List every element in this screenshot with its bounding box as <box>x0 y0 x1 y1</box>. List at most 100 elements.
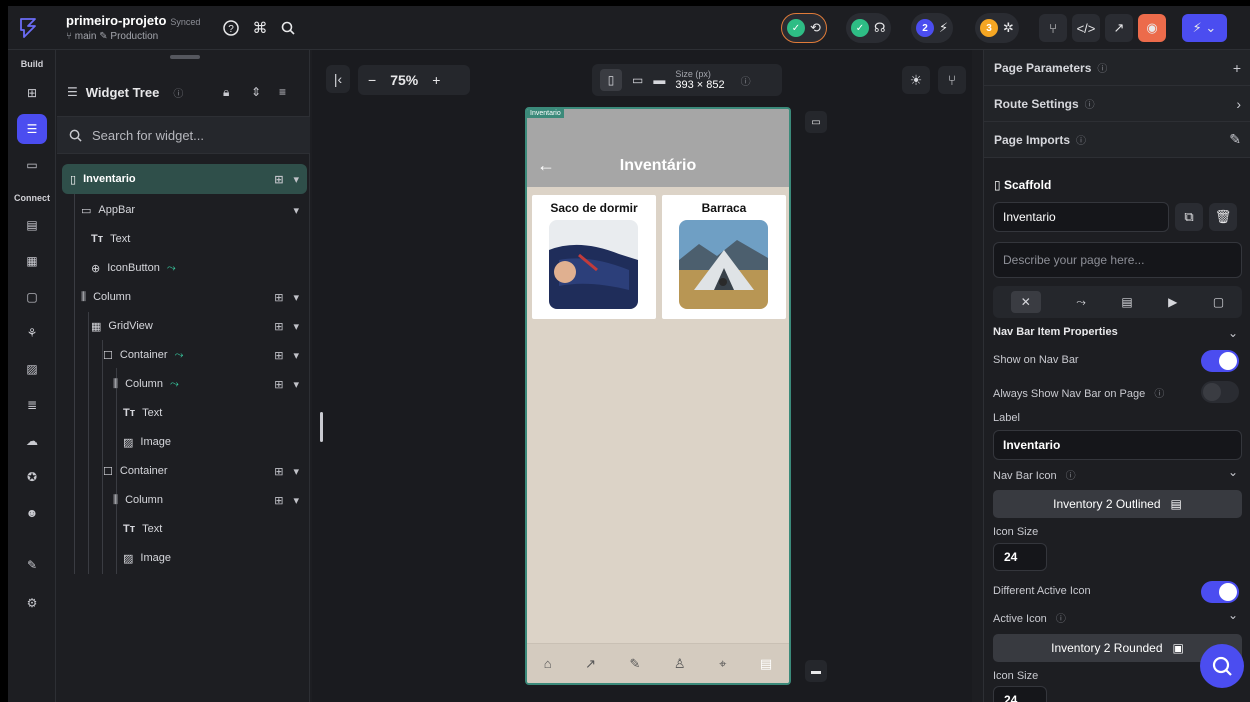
page-name-input[interactable]: Inventario <box>993 202 1169 232</box>
flutterflow-logo-icon[interactable] <box>16 16 40 40</box>
search-icon[interactable] <box>277 17 299 39</box>
add-widget-icon[interactable]: ⊞ <box>17 78 47 108</box>
chevron-down-icon[interactable]: ▾ <box>293 494 299 507</box>
location-pin-icon[interactable]: ⌖ <box>719 656 726 672</box>
info-icon[interactable]: ⓘ <box>1085 96 1095 111</box>
chevron-down-icon[interactable]: ⌄ <box>1228 608 1238 622</box>
tree-node-column[interactable]: ⫼ Column ⤳ ⊞ ▾ <box>113 371 307 397</box>
widget-search-input[interactable]: Search for widget... <box>57 116 310 154</box>
tree-node-text[interactable]: Tт Text <box>123 516 162 542</box>
chevron-down-icon[interactable]: ▾ <box>293 378 299 391</box>
inventory-icon[interactable]: ▤ <box>760 656 772 672</box>
appbar-toggle-icon[interactable]: ▭ <box>805 111 827 133</box>
tree-node-column[interactable]: ⫼ Column ⊞ ▾ <box>81 284 307 310</box>
add-child-icon[interactable]: ⊞ <box>274 378 283 391</box>
icon-size-input[interactable]: 24 <box>993 543 1047 571</box>
widget-tree-icon[interactable]: ☰ <box>17 114 47 144</box>
media-assets-icon[interactable]: ▨ <box>17 354 47 384</box>
tree-node-image[interactable]: ▨ Image <box>123 429 171 455</box>
phone-device-icon[interactable]: ▯ <box>600 69 622 91</box>
arrow-up-right-icon[interactable]: ↗ <box>585 656 596 672</box>
tree-node-appbar[interactable]: ▭ AppBar ▾ <box>81 197 307 223</box>
always-show-toggle[interactable] <box>1201 381 1239 403</box>
add-child-icon[interactable]: ⊞ <box>274 320 283 333</box>
integrations-icon[interactable]: ⚘ <box>17 318 47 348</box>
branch-tree-icon[interactable]: ⑂ <box>1039 14 1067 42</box>
command-icon[interactable]: ⌘ <box>249 17 271 39</box>
chevron-down-icon[interactable]: ▾ <box>293 291 299 304</box>
light-mode-sun-icon[interactable]: ☀ <box>902 66 930 94</box>
chevron-right-icon[interactable]: › <box>1236 96 1241 112</box>
phone-preview[interactable]: Inventario ← Inventário Saco de dormir B… <box>525 107 791 685</box>
collapse-panel-icon[interactable]: |‹ <box>326 65 350 93</box>
tab-backend-icon[interactable]: ▤ <box>1121 295 1132 309</box>
check-status-pill[interactable]: ✓ ⟲ <box>781 13 827 43</box>
tab-animations-icon[interactable]: ▶ <box>1168 295 1177 309</box>
warnings-pill[interactable]: 2 ⚡ <box>911 13 954 43</box>
cloud-functions-icon[interactable]: ☁ <box>17 426 47 456</box>
project-info[interactable]: primeiro-projeto Synced ⑂ main ✎ Producti… <box>66 13 200 42</box>
route-settings-section[interactable]: Route Settings ⓘ › <box>984 86 1250 122</box>
tab-properties-icon[interactable]: ✕ <box>1010 291 1041 313</box>
info-icon[interactable]: ⓘ <box>173 85 183 100</box>
tree-node-column[interactable]: ⫼ Column ⊞ ▾ <box>113 487 307 513</box>
page-description-input[interactable]: Describe your page here... <box>993 242 1242 278</box>
add-child-icon[interactable]: ⊞ <box>274 291 283 304</box>
chevron-down-icon[interactable]: ⌄ <box>1228 326 1238 340</box>
app-state-icon[interactable]: ▦ <box>17 246 47 276</box>
person-icon[interactable]: ♙ <box>674 656 686 672</box>
ai-agents-icon[interactable]: ✪ <box>17 462 47 492</box>
chevron-down-icon[interactable]: ▾ <box>293 173 299 186</box>
trash-icon[interactable]: 🗑︎ <box>1209 203 1237 231</box>
app-bar[interactable]: Inventario ← Inventário <box>527 109 789 187</box>
components-icon[interactable]: ▭ <box>17 150 47 180</box>
zoom-out-icon[interactable]: − <box>368 72 376 88</box>
grid-card[interactable]: Saco de dormir <box>532 195 656 319</box>
panel-resize-handle[interactable] <box>320 412 323 442</box>
chevron-down-icon[interactable]: ▾ <box>293 349 299 362</box>
filter-icon[interactable]: ≡ <box>279 85 286 99</box>
info-icon[interactable]: ⓘ <box>741 73 751 88</box>
label-input[interactable]: Inventario <box>993 430 1242 460</box>
expand-collapse-icon[interactable]: ⇕ <box>251 85 261 99</box>
tab-actions-icon[interactable]: ⤳ <box>1076 295 1086 310</box>
tablet-device-icon[interactable]: ▭ <box>632 73 643 87</box>
different-active-toggle[interactable] <box>1201 581 1239 603</box>
chevron-down-icon[interactable]: ▾ <box>293 465 299 478</box>
canvas-tree-icon[interactable]: ⑂ <box>938 66 966 94</box>
desktop-device-icon[interactable]: ▬ <box>653 73 665 87</box>
tab-component-icon[interactable]: ▢ <box>1213 295 1224 309</box>
canvas-size[interactable]: Size (px) 393 × 852 <box>675 69 724 91</box>
add-child-icon[interactable]: ⊞ <box>274 465 283 478</box>
tree-node-page[interactable]: ▯ Inventario ⊞ ▾ <box>62 164 307 194</box>
data-schema-icon[interactable]: ▤ <box>17 210 47 240</box>
ai-robot-icon[interactable]: ☻ <box>17 498 47 528</box>
chevron-down-icon[interactable]: ⌄ <box>1228 465 1238 479</box>
tree-node-container[interactable]: ☐ Container ⤳ ⊞ ▾ <box>103 342 307 368</box>
zoom-in-icon[interactable]: + <box>432 72 440 88</box>
tree-node-gridview[interactable]: ▦ GridView ⊞ ▾ <box>91 313 307 339</box>
tree-node-image[interactable]: ▨ Image <box>123 545 171 571</box>
tree-node-container[interactable]: ☐ Container ⊞ ▾ <box>103 458 307 484</box>
panel-drag-handle[interactable] <box>170 55 200 59</box>
page-imports-section[interactable]: Page Imports ⓘ ✎ <box>984 122 1250 158</box>
edit-pencil-icon[interactable]: ✎ <box>1229 131 1241 148</box>
theme-icon[interactable]: ✎ <box>17 550 47 580</box>
chevron-down-icon[interactable]: ▾ <box>293 204 299 217</box>
tree-node-text[interactable]: Tт Text <box>123 400 162 426</box>
open-external-icon[interactable]: ↗ <box>1105 14 1133 42</box>
help-icon[interactable]: ? <box>220 17 242 39</box>
custom-code-icon[interactable]: ≣ <box>17 390 47 420</box>
chevron-down-icon[interactable]: ▾ <box>293 320 299 333</box>
info-icon[interactable]: ⓘ <box>1076 132 1086 147</box>
grid-card[interactable]: Barraca <box>662 195 786 319</box>
agent-pill[interactable]: ✓ ☊ <box>846 13 891 43</box>
tree-node-iconbutton[interactable]: ⊕ IconButton ⤳ <box>91 255 176 281</box>
code-icon[interactable]: </> <box>1072 14 1100 42</box>
lock-icon[interactable]: 🔒︎ <box>223 85 229 100</box>
preview-eye-icon[interactable]: ◉ <box>1138 14 1166 42</box>
run-lightning-button[interactable]: ⚡ ⌄ <box>1182 14 1227 42</box>
pencil-icon[interactable]: ✎ <box>630 656 641 672</box>
add-icon[interactable]: + <box>1233 60 1241 76</box>
navbar-toggle-icon[interactable]: ▬ <box>805 660 827 682</box>
